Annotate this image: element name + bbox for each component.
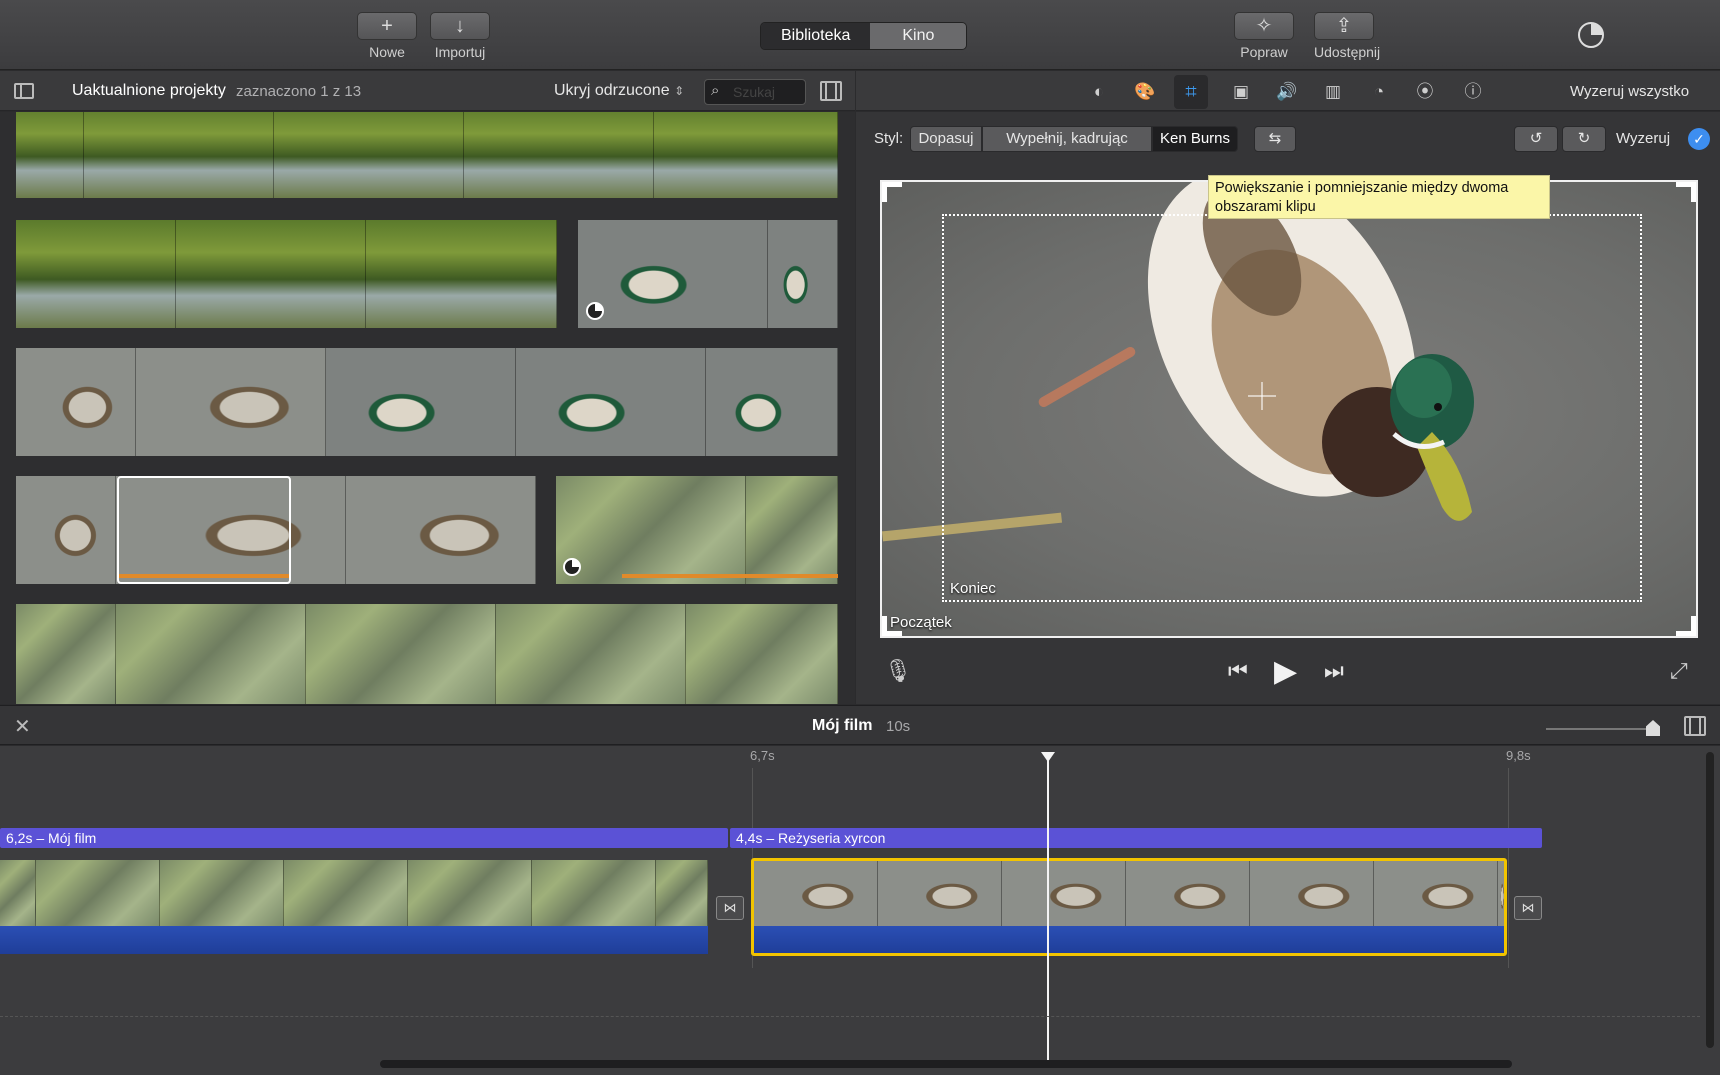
movie-title: Mój film [812,717,873,734]
updown-chevron-icon: ⇕ [674,84,685,98]
fill-crop-button[interactable]: Wypełnij, kadrując [982,126,1152,152]
audio-waveform[interactable] [0,926,708,954]
import-button[interactable]: ↓ Importuj [430,12,490,60]
magic-wand-icon: ✧ [1234,12,1294,40]
volume-icon[interactable]: 🔊 [1274,79,1300,105]
title-clip[interactable]: 4,4s – Reżyseria xyrcon [730,828,1542,848]
crop-icon[interactable]: ⌗ [1174,75,1208,109]
enhance-button[interactable]: ✧ Popraw [1234,12,1294,60]
end-label: Koniec [950,580,996,597]
favorite-marker [119,574,289,578]
apply-checkmark-icon[interactable]: ✓ [1688,128,1710,150]
share-icon: ⇪ [1314,12,1374,40]
sidebar-toggle-icon[interactable] [14,83,34,99]
selection-info: zaznaczono 1 z 13 [236,83,362,100]
main-toolbar: + Nowe ↓ Importuj Biblioteka Kino ✧ Popr… [0,0,1720,70]
crop-style-bar: Styl: Dopasuj Wypełnij, kadrując Ken Bur… [856,126,1720,154]
ruler-tick [1508,768,1509,968]
tab-library[interactable]: Biblioteka [761,23,871,49]
crop-handle-top-right[interactable] [1676,182,1696,202]
search-input[interactable]: ⌕ Szukaj [704,79,806,105]
speed-icon[interactable]: ◔ [1366,79,1392,105]
swap-start-end-icon[interactable]: ⇆ [1254,126,1296,152]
adjustments-bar: ◐ 🎨 ⌗ ▣ 🔊 ▥ ◔ ⦿ ⓘ Wyzeruj wszystko [856,71,1720,111]
background-tasks-icon[interactable] [1578,22,1604,48]
rotate-right-icon[interactable]: ↻ [1562,126,1606,152]
color-correction-icon[interactable]: 🎨 [1132,79,1158,105]
playhead[interactable] [1041,752,1055,1066]
transition-icon[interactable]: ⋈ [1514,896,1542,920]
media-browser [0,112,855,704]
plus-icon: + [357,12,417,40]
info-icon[interactable]: ⓘ [1460,79,1486,105]
hide-rejected-dropdown[interactable]: Ukryj odrzucone ⇕ [554,82,684,100]
clip-thumbnail[interactable] [16,112,838,198]
skip-back-icon[interactable]: ⏮ [1228,658,1248,684]
ruler-time-right: 9,8s [1506,748,1531,763]
zoom-slider[interactable] [1546,720,1660,736]
vertical-scrollbar[interactable] [1706,752,1714,1048]
clip-thumbnail[interactable] [578,220,838,328]
timeline-header: ✕ Mój film 10s [0,705,1720,745]
share-button[interactable]: ⇪ Udostępnij [1314,12,1380,60]
slow-motion-icon [586,302,604,320]
transition-icon[interactable]: ⋈ [716,896,744,920]
search-icon: ⌕ [711,82,720,99]
playback-controls: 🎙 ⏮ ▶ ⏭ ⤢ [856,648,1720,696]
reset-button[interactable]: Wyzeruj [1616,130,1670,147]
zoom-slider-thumb[interactable] [1646,720,1660,736]
lane-guide [0,1016,1700,1017]
fullscreen-icon[interactable]: ⤢ [1670,658,1688,684]
fit-button[interactable]: Dopasuj [910,126,982,152]
clip-thumbnail[interactable] [16,348,838,456]
movie-duration: 10s [886,718,911,735]
selected-range[interactable] [117,476,291,584]
slow-motion-icon [563,558,581,576]
timeline-settings-icon[interactable] [1684,716,1706,736]
microphone-icon[interactable]: 🎙 [884,658,912,684]
project-title: Uaktualnione projekty [72,82,226,99]
end-crop-rectangle[interactable] [942,214,1642,602]
play-icon[interactable]: ▶ [1274,654,1297,689]
reset-all-button[interactable]: Wyzeruj wszystko [1570,83,1689,100]
stabilization-icon[interactable]: ▣ [1228,79,1254,105]
crop-handle-bottom-right[interactable] [1676,616,1696,636]
clip-filter-icon[interactable]: ⦿ [1412,79,1438,105]
noise-reduction-icon[interactable]: ▥ [1320,79,1346,105]
clip-thumbnail[interactable] [16,604,838,704]
crosshair-icon [1248,382,1276,410]
style-label: Styl: [874,130,904,147]
video-clip[interactable] [0,860,708,926]
video-preview[interactable]: Koniec Początek [880,180,1698,638]
favorite-marker [622,574,838,578]
arrow-down-icon: ↓ [430,12,490,40]
crop-handle-bottom-left[interactable] [882,616,902,636]
browser-header: Uaktualnione projekty zaznaczono 1 z 13 … [0,71,855,111]
new-button[interactable]: + Nowe [357,12,417,60]
clip-selection-border [751,858,1507,956]
horizontal-scrollbar[interactable] [380,1060,1512,1068]
skip-forward-icon[interactable]: ⏭ [1324,658,1344,684]
ken-burns-button[interactable]: Ken Burns [1152,126,1238,152]
filmstrip-settings-icon[interactable] [820,81,842,101]
ruler-time-left: 6,7s [750,748,775,763]
color-balance-icon[interactable]: ◐ [1086,79,1112,105]
clip-thumbnail[interactable] [16,220,557,328]
ken-burns-tooltip: Powiększanie i pomniejszanie między dwom… [1208,175,1550,219]
title-clip[interactable]: 6,2s – Mój film [0,828,728,848]
rotate-left-icon[interactable]: ↺ [1514,126,1558,152]
timeline[interactable]: 6,7s 9,8s 6,2s – Mój film 4,4s – Reżyser… [0,746,1720,1075]
crop-handle-top-left[interactable] [882,182,902,202]
close-icon[interactable]: ✕ [14,714,31,739]
clip-thumbnail[interactable] [556,476,838,584]
view-switcher: Biblioteka Kino [760,22,968,50]
tab-theater[interactable]: Kino [870,23,967,49]
